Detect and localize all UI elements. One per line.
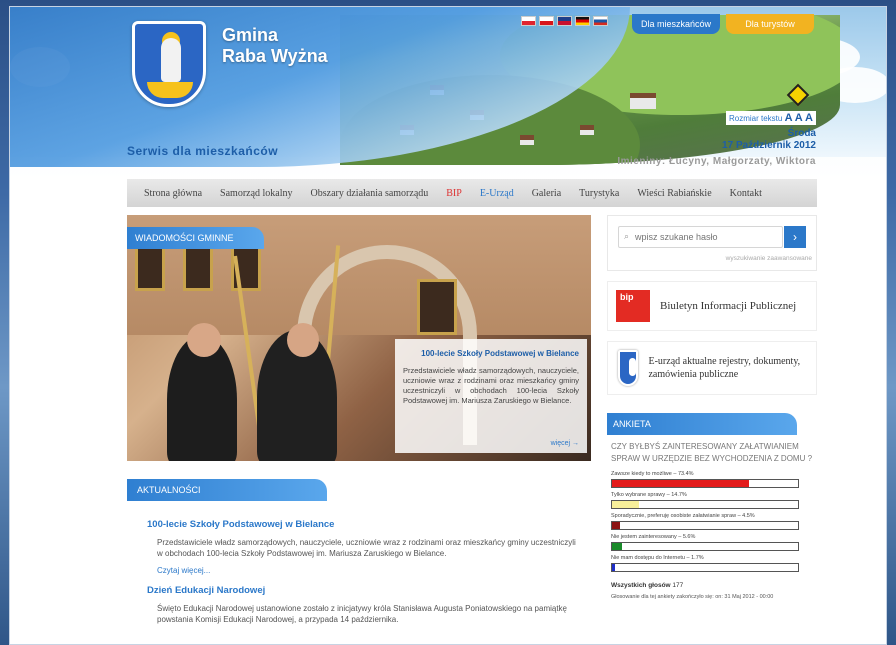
poll-bar	[611, 521, 799, 530]
poll: CZY BYŁBYŚ ZAINTERESOWANY ZAŁATWIANIEM S…	[607, 435, 817, 600]
news-item-text: Święto Edukacji Narodowej ustanowione zo…	[157, 604, 567, 624]
current-day: Środa	[787, 128, 816, 139]
poll-bar-fill	[612, 543, 623, 550]
search-button[interactable]: ›	[784, 226, 806, 248]
coat-of-arms-icon	[618, 350, 639, 386]
poll-bar-fill	[612, 501, 640, 508]
site-title-line1: Gmina	[222, 25, 279, 45]
bip-logo-text: bip	[620, 292, 634, 302]
poll-option-label: Nie jestem zainteresowany – 5.6%	[611, 534, 696, 540]
banner-painting	[183, 245, 213, 291]
flag-ru-icon[interactable]	[593, 16, 608, 26]
advanced-search-link[interactable]: wyszukiwanie zaawansowane	[726, 255, 812, 262]
nav-item-gallery[interactable]: Galeria	[523, 188, 570, 199]
news-item: Dzień Edukacji Narodowej Święto Edukacji…	[147, 585, 583, 625]
church	[630, 93, 656, 109]
flag-cz-icon[interactable]	[539, 16, 554, 26]
banner-face	[287, 323, 319, 357]
feature-caption: 100-lecie Szkoły Podstawowej w Bielance …	[395, 339, 587, 453]
poll-bar-fill	[612, 480, 749, 487]
poll-option-label: Zawsze kiedy to możliwe – 73.4%	[611, 471, 694, 477]
crest-base	[147, 82, 193, 98]
e-urzad-link[interactable]: E-urząd aktualne rejestry, dokumenty, za…	[607, 341, 817, 395]
news-item: 100-lecie Szkoły Podstawowej w Bielance …	[147, 519, 583, 575]
flag-uk-icon[interactable]	[557, 16, 572, 26]
poll-bar	[611, 542, 799, 551]
namedays: Imieniny: Łucyny, Małgorzaty, Wiktora	[617, 156, 816, 167]
language-flags	[521, 16, 608, 26]
news-item-text: Przedstawiciele władz samorządowych, nau…	[157, 538, 576, 558]
current-date: 17 Październik 2012	[722, 140, 816, 151]
poll-question: CZY BYŁBYŚ ZAINTERESOWANY ZAŁATWIANIEM S…	[611, 442, 813, 463]
feature-caption-text: Przedstawiciele władz samorządowych, nau…	[403, 366, 579, 405]
coat-of-arms-logo[interactable]	[132, 21, 206, 107]
e-urzad-title: E-urząd aktualne rejestry, dokumenty, za…	[648, 356, 801, 380]
poll-bar	[611, 563, 799, 572]
poll-bar	[611, 479, 799, 488]
tab-tourists[interactable]: Dla turystów	[726, 14, 814, 34]
nav-item-areas[interactable]: Obszary działania samorządu	[302, 188, 438, 199]
site-title[interactable]: Gmina Raba Wyżna	[222, 25, 328, 67]
poll-section-label: ANKIETA	[607, 413, 797, 435]
bip-link[interactable]: bip Biuletyn Informacji Publicznej	[607, 281, 817, 331]
feature-banner[interactable]: WIADOMOŚCI GMINNE 100-lecie Szkoły Podst…	[127, 215, 591, 461]
flag-de-icon[interactable]	[575, 16, 590, 26]
main-nav: Strona główna Samorząd lokalny Obszary d…	[127, 179, 817, 207]
text-size-letters[interactable]: A A A	[785, 112, 813, 124]
site-header: Gmina Raba Wyżna Serwis dla mieszkańców …	[10, 7, 886, 179]
poll-bar-fill	[612, 564, 616, 571]
poll-total-label: Wszystkich głosów	[611, 582, 671, 589]
nav-item-local-government[interactable]: Samorząd lokalny	[211, 188, 301, 199]
poll-total-value: 177	[672, 582, 684, 589]
aktualnosci-label: AKTUALNOŚCI	[127, 479, 327, 501]
poll-bar	[611, 500, 799, 509]
nav-item-contact[interactable]: Kontakt	[721, 188, 771, 199]
flag-pl-icon[interactable]	[521, 16, 536, 26]
poll-option-label: Tylko wybrane sprawy – 14.7%	[611, 492, 687, 498]
browser-viewport: Gmina Raba Wyżna Serwis dla mieszkańców …	[9, 6, 887, 645]
search-panel: ⌕ › wyszukiwanie zaawansowane	[607, 215, 817, 271]
poll-option-label: Nie mam dostępu do Internetu – 1.7%	[611, 555, 704, 561]
read-more-link[interactable]: Czytaj więcej...	[147, 566, 583, 575]
tab-residents[interactable]: Dla mieszkańców	[632, 14, 720, 34]
feature-more-link[interactable]: więcej →	[551, 440, 579, 447]
news-item-title[interactable]: Dzień Edukacji Narodowej	[147, 585, 583, 596]
news-list: 100-lecie Szkoły Podstawowej w Bielance …	[127, 501, 591, 625]
bip-logo-icon: bip	[616, 290, 650, 322]
magnifier-icon: ⌕	[624, 231, 630, 241]
news-item-title[interactable]: 100-lecie Szkoły Podstawowej w Bielance	[147, 519, 583, 530]
main-content: WIADOMOŚCI GMINNE 100-lecie Szkoły Podst…	[127, 215, 591, 635]
crest-saint	[161, 38, 181, 82]
house	[520, 135, 534, 145]
nav-item-bip[interactable]: BIP	[437, 188, 471, 199]
house	[580, 125, 594, 135]
site-title-line2: Raba Wyżna	[222, 46, 328, 66]
poll-total: Wszystkich głosów 177	[611, 582, 813, 589]
poll-note: Głosowanie dla tej ankiety zakończyło si…	[611, 594, 774, 600]
poll-bar-fill	[612, 522, 621, 529]
bip-title: Biuletyn Informacji Publicznej	[660, 300, 797, 312]
sidebar: ⌕ › wyszukiwanie zaawansowane bip Biulet…	[607, 215, 817, 600]
banner-painting	[135, 245, 165, 291]
news-section-label: WIADOMOŚCI GMINNE	[127, 227, 264, 249]
banner-face	[187, 323, 221, 357]
nav-item-news-rabianskie[interactable]: Wieści Rabiańskie	[628, 188, 720, 199]
poll-option-label: Sporadycznie, preferuję osobiste załatwi…	[611, 513, 755, 519]
text-size-control[interactable]: Rozmiar tekstu A A A	[726, 111, 816, 125]
site-tagline: Serwis dla mieszkańców	[127, 144, 279, 158]
text-size-label: Rozmiar tekstu	[729, 114, 783, 123]
banner-icon-painting	[417, 279, 457, 335]
feature-caption-title[interactable]: 100-lecie Szkoły Podstawowej w Bielance	[403, 349, 579, 358]
nav-item-home[interactable]: Strona główna	[135, 188, 211, 199]
search-input[interactable]	[618, 226, 783, 248]
nav-item-e-urzad[interactable]: E-Urząd	[471, 188, 523, 199]
nav-item-tourism[interactable]: Turystyka	[570, 188, 628, 199]
